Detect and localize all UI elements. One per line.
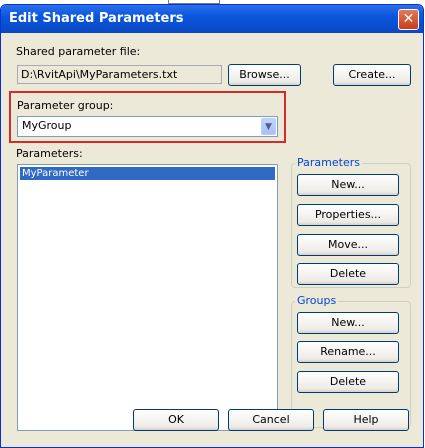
properties-button[interactable]: Properties... (297, 204, 399, 226)
edit-shared-parameters-dialog: Edit Shared Parameters ✕ Shared paramete… (0, 4, 424, 448)
cancel-button[interactable]: Cancel (228, 409, 314, 431)
delete-group-button[interactable]: Delete (297, 371, 399, 393)
parameter-group-combo[interactable]: MyGroup ▼ (17, 116, 278, 137)
rename-group-button[interactable]: Rename... (297, 341, 399, 363)
shared-parameter-file-path: D:\RvitApi\MyParameters.txt (17, 65, 222, 84)
move-button[interactable]: Move... (297, 234, 399, 256)
browse-button[interactable]: Browse... (228, 64, 301, 86)
help-button[interactable]: Help (323, 409, 409, 431)
parameters-listbox[interactable]: MyParameter (17, 164, 278, 431)
chevron-down-icon[interactable]: ▼ (261, 118, 276, 135)
close-icon[interactable]: ✕ (398, 9, 419, 30)
dialog-title: Edit Shared Parameters (9, 11, 184, 26)
parameters-list-label: Parameters: (16, 147, 83, 160)
create-button[interactable]: Create... (333, 64, 411, 86)
parameters-groupbox-label: Parameters (295, 156, 362, 169)
ok-button[interactable]: OK (133, 409, 219, 431)
new-group-button[interactable]: New... (297, 312, 399, 334)
delete-parameter-button[interactable]: Delete (297, 263, 399, 285)
groups-groupbox-label: Groups (295, 294, 339, 307)
new-parameter-button[interactable]: New... (297, 174, 399, 196)
list-item[interactable]: MyParameter (20, 167, 275, 180)
title-bar[interactable]: Edit Shared Parameters ✕ (1, 5, 423, 33)
parameter-group-value: MyGroup (22, 119, 72, 132)
dialog-client: Shared parameter file: D:\RvitApi\MyPara… (4, 33, 420, 444)
shared-parameter-file-label: Shared parameter file: (16, 45, 141, 58)
parameter-group-label: Parameter group: (17, 99, 114, 112)
